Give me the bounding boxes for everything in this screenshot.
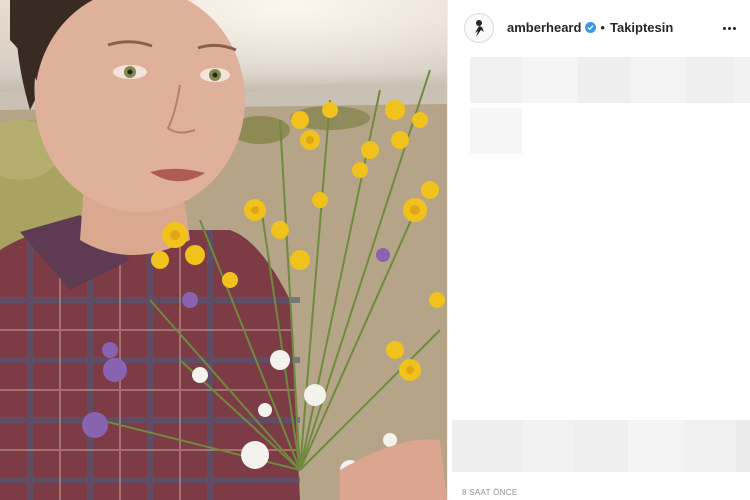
redacted-caption-top — [470, 57, 750, 103]
instagram-post: amberheard • Takiptesin — [0, 0, 750, 500]
avatar-icon[interactable] — [464, 12, 494, 43]
more-options-icon[interactable] — [719, 18, 739, 38]
post-photo[interactable] — [0, 0, 447, 500]
username-link[interactable]: amberheard — [507, 20, 581, 35]
post-side-panel: amberheard • Takiptesin — [447, 0, 750, 500]
verified-badge-icon — [585, 22, 597, 33]
following-button[interactable]: Takiptesin — [610, 20, 673, 35]
separator-dot: • — [600, 20, 605, 35]
redacted-caption-second — [470, 108, 522, 154]
post-header: amberheard • Takiptesin — [448, 0, 750, 55]
photo-illustration — [0, 0, 447, 500]
redacted-comment-bottom — [452, 420, 750, 472]
post-timestamp: 8 SAAT ÖNCE — [462, 488, 518, 497]
